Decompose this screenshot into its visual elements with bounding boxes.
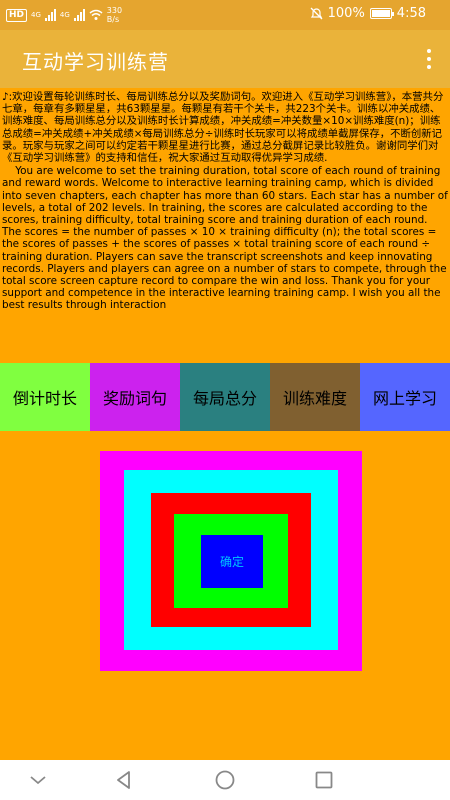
net-speed-value: 330: [106, 6, 123, 15]
description: ♪:欢迎设置每轮训练时长、每局训练总分以及奖励词句。欢迎进入《互动学习训练营》，…: [0, 91, 450, 312]
signal-icon: [44, 9, 56, 21]
status-right: 100% 4:58: [310, 6, 426, 21]
confirm-button[interactable]: 确定: [201, 535, 263, 588]
round-total-score-button[interactable]: 每局总分: [180, 363, 270, 431]
net-type-1: 4G: [31, 11, 41, 19]
confirm-button-label: 确定: [219, 555, 244, 569]
training-difficulty-button[interactable]: 训练难度: [270, 363, 360, 431]
system-nav-bar: [0, 760, 450, 800]
net-type-2: 4G: [59, 11, 70, 19]
back-triangle-icon[interactable]: [112, 768, 136, 792]
battery-fill: [371, 10, 390, 17]
signal-icon: [73, 9, 85, 21]
description-en: You are welcome to set the training dura…: [2, 165, 448, 312]
status-left: HD 4G 4G 330 B/s: [6, 6, 122, 24]
hd-badge: HD: [6, 8, 28, 22]
mute-icon: [310, 7, 323, 20]
app-bar: 互动学习训练营: [0, 30, 450, 88]
status-bar: HD 4G 4G 330 B/s 100% 4:58: [0, 0, 450, 30]
chevron-down-icon[interactable]: [26, 768, 50, 792]
more-vert-icon[interactable]: [424, 49, 434, 69]
wifi-icon: [89, 9, 103, 20]
battery-icon: [369, 8, 394, 19]
reward-words-button[interactable]: 奖励词句: [90, 363, 180, 431]
page-title: 互动学习训练营: [22, 50, 169, 74]
online-learning-button[interactable]: 网上学习: [360, 363, 450, 431]
feature-button-row: 倒计时长 奖励词句 每局总分 训练难度 网上学习: [0, 363, 450, 431]
battery-percent: 100%: [327, 6, 365, 21]
clock: 4:58: [396, 6, 426, 21]
home-circle-icon[interactable]: [213, 768, 237, 792]
countdown-duration-button[interactable]: 倒计时长: [0, 363, 90, 431]
net-speed-unit: B/s: [106, 15, 120, 24]
recents-square-icon[interactable]: [312, 768, 336, 792]
net-speed: 330 B/s: [107, 6, 122, 24]
description-zh: ♪:欢迎设置每轮训练时长、每局训练总分以及奖励词句。欢迎进入《互动学习训练营》，…: [2, 91, 444, 165]
